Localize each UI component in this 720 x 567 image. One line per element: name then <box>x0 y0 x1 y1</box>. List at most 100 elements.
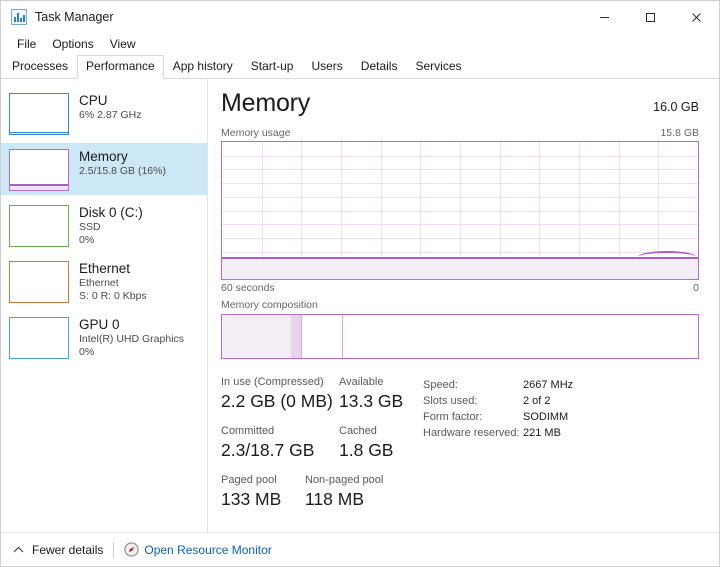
sidebar-item-ethernet[interactable]: Ethernet Ethernet S: 0 R: 0 Kbps <box>1 255 207 307</box>
spec-hardware-reserved-value: 221 MB <box>523 427 561 439</box>
sidebar-item-disk0-text: Disk 0 (C:) SSD 0% <box>79 203 143 247</box>
sidebar-item-ethernet-sub2: S: 0 R: 0 Kbps <box>79 290 147 302</box>
cpu-thumbnail-fill <box>10 131 68 134</box>
stat-in-use: In use (Compressed) 2.2 GB (0 MB) <box>221 375 339 413</box>
graph-header: Memory usage 15.8 GB <box>221 127 699 139</box>
panel-header: Memory 16.0 GB <box>221 89 699 118</box>
stat-non-paged-pool-label: Non-paged pool <box>305 474 384 486</box>
spec-form-factor-value: SODIMM <box>523 411 569 423</box>
stat-committed: Committed 2.3/18.7 GB <box>221 424 339 462</box>
graph-max-label: 15.8 GB <box>660 127 699 139</box>
menu-bar: File Options View <box>1 33 719 55</box>
chevron-up-icon <box>13 546 24 552</box>
stat-cached: Cached 1.8 GB <box>339 424 393 462</box>
menu-item-file[interactable]: File <box>9 35 44 53</box>
tab-app-history[interactable]: App history <box>164 55 242 78</box>
sidebar-item-cpu[interactable]: CPU 6% 2.87 GHz <box>1 87 207 139</box>
page-title: Memory <box>221 89 311 117</box>
axis-label-left: 60 seconds <box>221 282 275 294</box>
sidebar-item-gpu0-sub2: 0% <box>79 346 95 358</box>
stats-columns: In use (Compressed) 2.2 GB (0 MB) Availa… <box>221 375 417 522</box>
spec-speed: Speed: 2667 MHz <box>423 377 573 393</box>
close-icon <box>691 12 701 22</box>
memory-statistics: In use (Compressed) 2.2 GB (0 MB) Availa… <box>221 375 699 522</box>
sidebar-item-disk0-sub2: 0% <box>79 234 95 246</box>
tab-start-up[interactable]: Start-up <box>242 55 303 78</box>
minimize-button[interactable] <box>581 2 627 33</box>
sidebar-item-gpu0-text: GPU 0 Intel(R) UHD Graphics 0% <box>79 315 184 359</box>
spec-slots-used: Slots used: 2 of 2 <box>423 393 573 409</box>
ethernet-thumbnail <box>9 261 69 303</box>
spec-slots-used-value: 2 of 2 <box>523 395 551 407</box>
spec-form-factor: Form factor: SODIMM <box>423 409 573 425</box>
stat-available-value: 13.3 GB <box>339 391 404 411</box>
title-bar: Task Manager <box>1 1 719 33</box>
stat-paged-pool-value: 133 MB <box>221 489 282 509</box>
window-title: Task Manager <box>35 10 114 24</box>
memory-composition-bar[interactable] <box>221 314 699 359</box>
memory-specs: Speed: 2667 MHz Slots used: 2 of 2 Form … <box>423 375 573 522</box>
disk0-thumbnail <box>9 205 69 247</box>
content-area: CPU 6% 2.87 GHz Memory 2.5/15.8 GB (16%)… <box>1 79 719 532</box>
spec-speed-key: Speed: <box>423 379 458 391</box>
fewer-details-button[interactable]: Fewer details <box>13 543 103 557</box>
grid-line-horizontal <box>222 196 698 198</box>
grid-line-horizontal <box>222 224 698 226</box>
open-resource-monitor-link[interactable]: Open Resource Monitor <box>124 542 272 557</box>
memory-thumbnail <box>9 149 69 191</box>
close-button[interactable] <box>673 2 719 33</box>
stat-available-label: Available <box>339 376 384 388</box>
tab-users[interactable]: Users <box>302 55 351 78</box>
status-separator <box>113 541 115 558</box>
memory-detail-panel: Memory 16.0 GB Memory usage 15.8 GB 60 s… <box>208 79 719 532</box>
composition-segment-standby <box>301 315 342 358</box>
spec-hardware-reserved: Hardware reserved: 221 MB <box>423 425 573 441</box>
sidebar-item-ethernet-text: Ethernet Ethernet S: 0 R: 0 Kbps <box>79 259 147 303</box>
minimize-icon <box>599 16 609 18</box>
sidebar-item-disk0-title: Disk 0 (C:) <box>79 205 143 220</box>
tab-services[interactable]: Services <box>406 55 470 78</box>
grid-line-horizontal <box>222 183 698 185</box>
stat-cached-label: Cached <box>339 425 377 437</box>
menu-item-options[interactable]: Options <box>44 35 101 53</box>
maximize-icon <box>645 12 655 22</box>
memory-composition-label: Memory composition <box>221 299 318 311</box>
status-bar: Fewer details Open Resource Monitor <box>1 532 719 566</box>
composition-segment-in-use <box>222 315 292 358</box>
resource-monitor-icon <box>124 542 139 557</box>
memory-thumbnail-fill <box>10 183 68 190</box>
composition-segment-modified <box>291 315 302 358</box>
tab-processes[interactable]: Processes <box>3 55 77 78</box>
sidebar-item-gpu0[interactable]: GPU 0 Intel(R) UHD Graphics 0% <box>1 311 207 363</box>
sidebar-item-memory[interactable]: Memory 2.5/15.8 GB (16%) <box>1 143 207 195</box>
resource-sidebar: CPU 6% 2.87 GHz Memory 2.5/15.8 GB (16%)… <box>1 79 208 532</box>
task-manager-icon <box>11 9 27 25</box>
grid-line-horizontal <box>222 251 698 253</box>
sidebar-item-disk0[interactable]: Disk 0 (C:) SSD 0% <box>1 199 207 251</box>
sidebar-item-cpu-text: CPU 6% 2.87 GHz <box>79 91 141 122</box>
axis-label-right: 0 <box>693 282 699 294</box>
open-resource-monitor-label: Open Resource Monitor <box>144 542 272 557</box>
memory-usage-graph <box>221 141 699 280</box>
fewer-details-label: Fewer details <box>32 542 104 557</box>
spec-hardware-reserved-key: Hardware reserved: <box>423 427 520 439</box>
memory-capacity: 16.0 GB <box>653 100 699 114</box>
task-manager-window: Task Manager File Options View Processes… <box>0 0 720 567</box>
grid-line-horizontal <box>222 155 698 157</box>
gpu0-thumbnail <box>9 317 69 359</box>
sidebar-item-ethernet-sub1: Ethernet <box>79 277 119 289</box>
stat-non-paged-pool-value: 118 MB <box>305 489 365 509</box>
menu-item-view[interactable]: View <box>102 35 144 53</box>
sidebar-item-cpu-sub1: 6% 2.87 GHz <box>79 109 142 121</box>
stat-committed-label: Committed <box>221 425 275 437</box>
stat-row-committed: Committed 2.3/18.7 GB Cached 1.8 GB <box>221 424 417 462</box>
tab-details[interactable]: Details <box>352 55 407 78</box>
grid-line-horizontal <box>222 210 698 212</box>
stat-cached-value: 1.8 GB <box>339 440 394 460</box>
sidebar-item-ethernet-title: Ethernet <box>79 261 131 276</box>
sidebar-item-disk0-sub1: SSD <box>79 221 101 233</box>
tab-performance[interactable]: Performance <box>77 55 164 79</box>
maximize-button[interactable] <box>627 2 673 33</box>
composition-segment-free <box>341 315 698 358</box>
spec-speed-value: 2667 MHz <box>523 379 574 391</box>
